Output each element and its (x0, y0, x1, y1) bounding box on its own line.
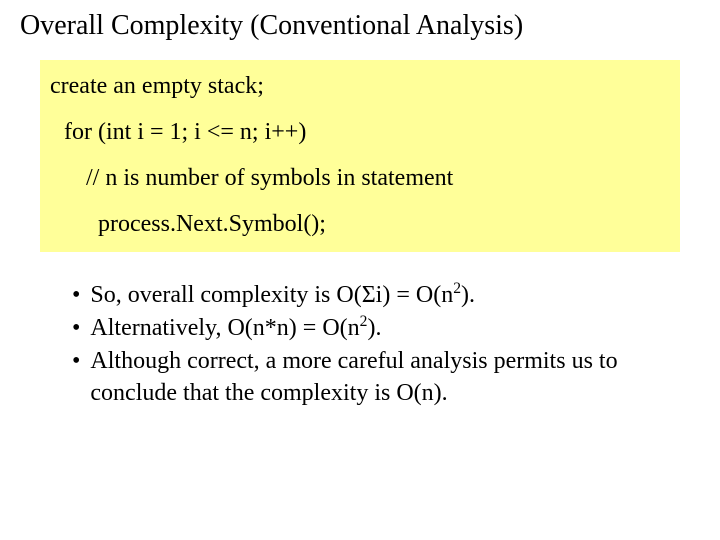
bullet-text-2: Alternatively, O(n*n) = O(n2). (90, 313, 660, 344)
bullet-1-mid: i) = O(n (376, 282, 454, 308)
bullet-text-3: Although correct, a more careful analysi… (90, 346, 660, 408)
code-line-2: for (int i = 1; i <= n; i++) (64, 114, 670, 150)
bullet-item-2: • Alternatively, O(n*n) = O(n2). (72, 313, 660, 344)
code-block: create an empty stack; for (int i = 1; i… (40, 60, 680, 252)
bullet-2-prefix: Alternatively, O(n*n) = O(n (90, 315, 359, 341)
bullet-2-suffix: ). (367, 315, 381, 341)
slide-title: Overall Complexity (Conventional Analysi… (20, 10, 690, 42)
bullet-marker: • (72, 280, 80, 311)
bullet-item-3: • Although correct, a more careful analy… (72, 346, 660, 408)
code-line-4: process.Next.Symbol(); (98, 206, 670, 242)
code-line-1: create an empty stack; (50, 68, 670, 104)
bullet-item-1: • So, overall complexity is O(Σi) = O(n2… (72, 280, 660, 311)
bullet-1-sigma: Σ (362, 282, 376, 308)
code-line-3: // n is number of symbols in statement (86, 160, 670, 196)
bullet-1-prefix: So, overall complexity is O( (90, 282, 361, 308)
bullet-marker: • (72, 346, 80, 377)
bullet-text-1: So, overall complexity is O(Σi) = O(n2). (90, 280, 660, 311)
bullet-1-suffix: ). (461, 282, 475, 308)
bullet-1-sup: 2 (453, 280, 461, 297)
bullet-list: • So, overall complexity is O(Σi) = O(n2… (72, 280, 660, 409)
bullet-marker: • (72, 313, 80, 344)
